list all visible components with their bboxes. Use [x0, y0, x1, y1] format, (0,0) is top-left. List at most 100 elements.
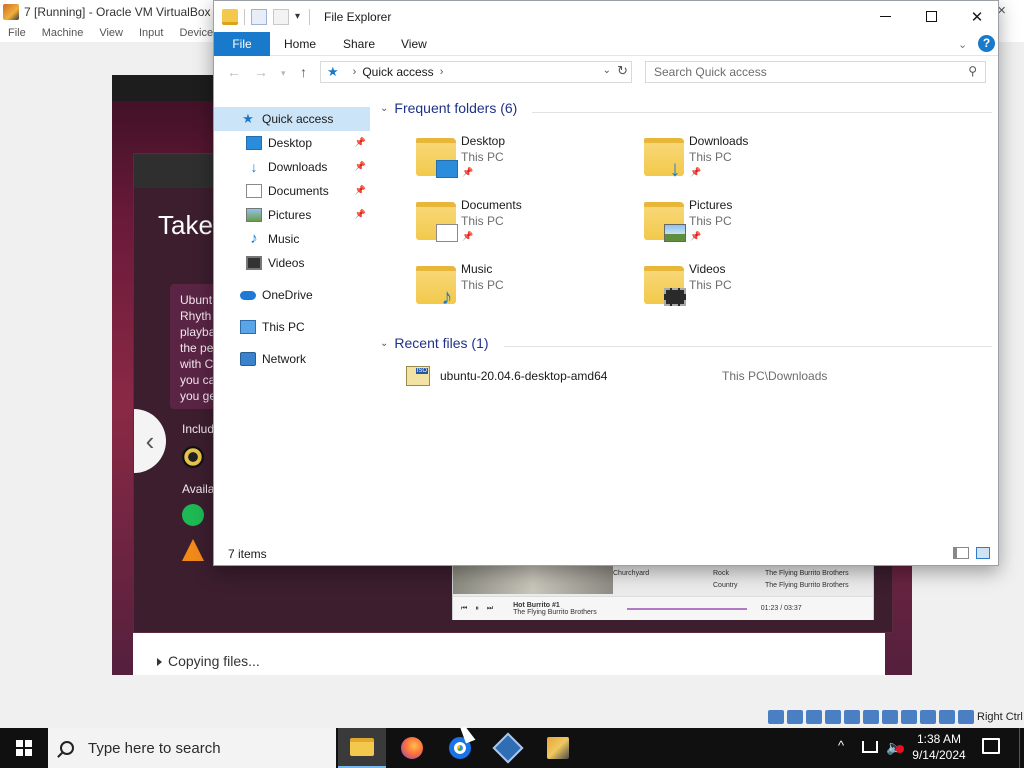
breadcrumb-chevron-icon[interactable]: › [440, 66, 444, 78]
search-box[interactable]: ⚲ [645, 61, 986, 83]
forward-arrow-icon[interactable]: → [254, 64, 268, 80]
slide-prev-button[interactable]: ‹ [134, 409, 166, 473]
collapse-chevron-icon[interactable]: ⌄ [380, 103, 388, 114]
sidebar-item-downloads[interactable]: ↓ Downloads 📌 [214, 155, 370, 179]
sidebar-item-label: Quick access [262, 112, 334, 126]
sidebar-item-videos[interactable]: Videos [214, 251, 370, 275]
tab-home[interactable]: Home [270, 32, 330, 56]
usb-icon[interactable] [844, 710, 860, 724]
download-arrow-icon: ↓ [669, 156, 681, 181]
optical-drive-icon[interactable] [787, 710, 803, 724]
tab-file[interactable]: File [214, 32, 270, 56]
cloud-icon [240, 290, 256, 300]
address-dropdown-icon[interactable]: ⌄ [603, 65, 611, 76]
slide-included-label: Includ [182, 422, 215, 436]
taskbar-clock[interactable]: 1:38 AM 9/14/2024 [910, 731, 968, 763]
tab-share[interactable]: Share [329, 32, 389, 56]
show-hidden-icons-chevron-icon[interactable]: ^ [838, 738, 844, 753]
maximize-button[interactable] [908, 1, 954, 32]
sidebar-item-this-pc[interactable]: This PC [214, 315, 370, 339]
folder-name: Documents [461, 198, 522, 212]
search-icon[interactable]: ⚲ [968, 64, 977, 78]
close-button[interactable]: ✕ [954, 1, 1000, 32]
vbox-menu-input[interactable]: Input [139, 27, 163, 39]
taskbar-search-input[interactable] [88, 739, 328, 757]
large-icons-view-icon[interactable] [976, 547, 990, 559]
mouse-integration-icon[interactable] [939, 710, 955, 724]
network-adapter-icon[interactable] [825, 710, 841, 724]
breadcrumb-chevron-icon[interactable]: › [353, 66, 357, 78]
breadcrumb-quick-access[interactable]: Quick access [362, 65, 433, 79]
back-arrow-icon[interactable]: ← [227, 64, 241, 80]
taskbar-chrome[interactable] [436, 728, 484, 768]
pin-icon: 📌 [354, 161, 366, 171]
installer-status[interactable]: Copying files... [157, 653, 260, 669]
folder-name: Music [461, 262, 493, 276]
frequent-folders-header[interactable]: ⌄ Frequent folders (6) [380, 100, 517, 116]
sidebar-item-documents[interactable]: Documents 📌 [214, 179, 370, 203]
help-icon[interactable]: ? [978, 35, 995, 52]
sidebar-item-network[interactable]: Network [214, 347, 370, 371]
sidebar-item-music[interactable]: ♪ Music [214, 227, 370, 251]
notification-center-icon[interactable] [982, 738, 1000, 754]
sidebar-item-onedrive[interactable]: OneDrive [214, 283, 370, 307]
expand-ribbon-icon[interactable]: ⌄ [958, 38, 967, 51]
refresh-icon[interactable]: ↻ [617, 63, 628, 79]
sidebar-item-label: OneDrive [262, 288, 313, 302]
sidebar-item-label: Music [268, 232, 300, 246]
new-folder-icon[interactable] [273, 9, 289, 25]
vbox-menu-machine[interactable]: Machine [42, 27, 84, 39]
recent-locations-icon[interactable]: ▾ [281, 68, 286, 79]
recent-files-header[interactable]: ⌄ Recent files (1) [380, 335, 489, 351]
customize-toolbar-icon[interactable]: ▾ [295, 9, 303, 25]
vbox-menu-view[interactable]: View [99, 27, 123, 39]
collapse-chevron-icon[interactable]: ⌄ [380, 338, 388, 349]
folder-tile-downloads[interactable]: ↓ Downloads This PC 📌 [644, 134, 864, 190]
shared-folders-icon[interactable] [863, 710, 879, 724]
recent-file-name: ubuntu-20.04.6-desktop-amd64 [440, 369, 608, 383]
up-arrow-icon[interactable]: ↑ [300, 64, 307, 80]
network-status-icon[interactable] [862, 741, 878, 753]
tab-view[interactable]: View [387, 32, 441, 56]
cpu-icon[interactable] [920, 710, 936, 724]
folder-tile-documents[interactable]: Documents This PC 📌 [416, 198, 636, 254]
folder-tile-music[interactable]: ♪ Music This PC [416, 262, 636, 318]
display-icon[interactable] [882, 710, 898, 724]
taskbar-running-vm[interactable] [534, 728, 582, 768]
folder-tile-videos[interactable]: Videos This PC [644, 262, 864, 318]
picture-icon [664, 224, 686, 242]
keyboard-capture-icon[interactable] [958, 710, 974, 724]
computer-icon [240, 320, 256, 334]
properties-icon[interactable] [251, 9, 267, 25]
folder-icon [644, 202, 686, 242]
sidebar-item-pictures[interactable]: Pictures 📌 [214, 203, 370, 227]
audio-icon[interactable] [806, 710, 822, 724]
search-input[interactable] [646, 63, 946, 81]
clock-date: 9/14/2024 [912, 748, 966, 762]
taskbar-firefox[interactable] [388, 728, 436, 768]
iso-badge: ISO [415, 368, 428, 374]
show-desktop-button[interactable] [1019, 728, 1024, 768]
recording-icon[interactable] [901, 710, 917, 724]
folder-name: Videos [689, 262, 726, 276]
ribbon: File Home Share View ⌄ ? [214, 32, 998, 56]
address-bar[interactable]: ★ › Quick access › ⌄ ↻ [320, 61, 632, 83]
vbox-window-title: 7 [Running] - Oracle VM VirtualBox [24, 5, 211, 19]
minimize-button[interactable] [862, 1, 908, 32]
folder-tile-desktop[interactable]: Desktop This PC 📌 [416, 134, 636, 190]
taskbar-file-explorer[interactable] [338, 728, 386, 768]
sidebar-item-label: Pictures [268, 208, 312, 222]
taskbar-virtualbox-manager[interactable] [484, 728, 532, 768]
playback-progress [626, 607, 747, 610]
taskbar-search[interactable] [48, 728, 336, 768]
details-view-icon[interactable] [953, 547, 969, 559]
folder-tile-pictures[interactable]: Pictures This PC 📌 [644, 198, 864, 254]
sidebar-item-quick-access[interactable]: ★ Quick access [214, 107, 370, 131]
start-button[interactable] [0, 728, 48, 768]
vbox-menu-file[interactable]: File [8, 27, 26, 39]
recent-file-row[interactable]: ISO ubuntu-20.04.6-desktop-amd64 This PC… [406, 364, 986, 388]
hard-disk-icon[interactable] [768, 710, 784, 724]
pin-icon: 📌 [354, 185, 366, 195]
next-track-icon: ⏭ [486, 604, 494, 612]
sidebar-item-desktop[interactable]: Desktop 📌 [214, 131, 370, 155]
